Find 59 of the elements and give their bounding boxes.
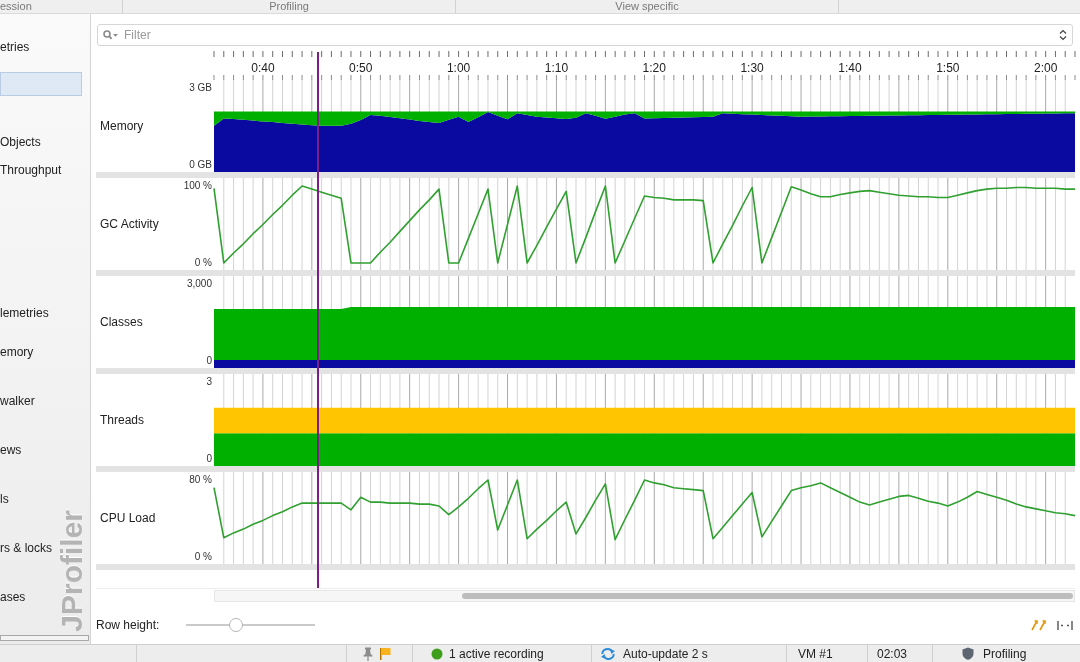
axis-label: 80 % — [189, 473, 212, 487]
sidebar-item[interactable]: Objects — [0, 130, 41, 154]
row-label: CPU Load — [100, 511, 156, 525]
logo-text: JProfiler — [57, 510, 87, 632]
sidebar-item[interactable]: lemetries — [0, 301, 49, 325]
auto-update-status[interactable]: Auto-update 2 s — [623, 646, 708, 661]
axis-label: 0 — [206, 354, 212, 368]
flag-icon[interactable] — [379, 647, 391, 660]
time-label: 1:50 — [936, 61, 960, 75]
axis-label: 0 — [206, 452, 212, 466]
sidebar-item[interactable]: Throughput — [0, 158, 62, 182]
search-icon[interactable] — [103, 30, 118, 40]
recording-status[interactable]: 1 active recording — [449, 646, 544, 661]
sidebar-item[interactable]: ews — [0, 438, 22, 462]
time-label: 1:00 — [446, 61, 471, 75]
row-height-label: Row height: — [96, 618, 160, 632]
time-label: 2:00 — [1033, 61, 1058, 75]
scrollbar-thumb[interactable] — [462, 593, 1073, 599]
row-label: Classes — [100, 315, 143, 329]
axis-label: 0 % — [194, 550, 212, 564]
time-label: 0:40 — [251, 61, 275, 75]
shield-icon — [962, 647, 974, 660]
fit-width-icon[interactable] — [1057, 619, 1073, 631]
up-down-chevron-icon[interactable] — [1059, 29, 1067, 41]
axis-label: 3 — [206, 375, 212, 389]
row-label: Memory — [100, 119, 144, 133]
filter-field[interactable]: Filter — [97, 24, 1073, 46]
axis-label: 0 % — [194, 256, 212, 270]
time-label: 1:30 — [740, 61, 764, 75]
section-header: Profiling — [269, 0, 309, 13]
refresh-icon[interactable] — [600, 647, 616, 660]
axis-label: 3 GB — [189, 81, 212, 95]
time-label: 0:50 — [349, 61, 373, 75]
pushpin-icon[interactable] — [362, 646, 374, 661]
sidebar-item[interactable]: walker — [0, 389, 35, 413]
sidebar-item[interactable]: rs & locks — [0, 536, 52, 560]
axis-label: 0 GB — [189, 158, 212, 172]
section-header: ession — [0, 0, 32, 13]
sidebar-scrollbar[interactable] — [0, 635, 89, 641]
vm-status: VM #1 — [798, 646, 833, 661]
time-label: 1:40 — [838, 61, 862, 75]
sidebar-item[interactable]: etries — [0, 35, 30, 59]
row-label: Threads — [100, 413, 145, 427]
sidebar-item[interactable]: ases — [0, 585, 26, 609]
section-header: View specific — [615, 0, 679, 13]
time-label: 1:10 — [544, 61, 569, 75]
slider-thumb[interactable] — [229, 618, 244, 632]
diagonal-arrows-icon[interactable] — [1031, 619, 1047, 631]
axis-label: 3,000 — [186, 277, 212, 291]
horizontal-scrollbar[interactable] — [214, 590, 1075, 602]
time-label: 1:20 — [642, 61, 666, 75]
row-label: GC Activity — [100, 217, 159, 231]
sidebar-item[interactable] — [0, 72, 82, 96]
axis-label: 100 % — [183, 179, 212, 193]
mode-status[interactable]: Profiling — [983, 646, 1027, 661]
status-dot-icon — [431, 647, 443, 660]
sidebar-item[interactable]: ls — [0, 487, 9, 511]
elapsed-time: 02:03 — [877, 646, 908, 661]
sidebar-item[interactable]: emory — [0, 340, 34, 364]
